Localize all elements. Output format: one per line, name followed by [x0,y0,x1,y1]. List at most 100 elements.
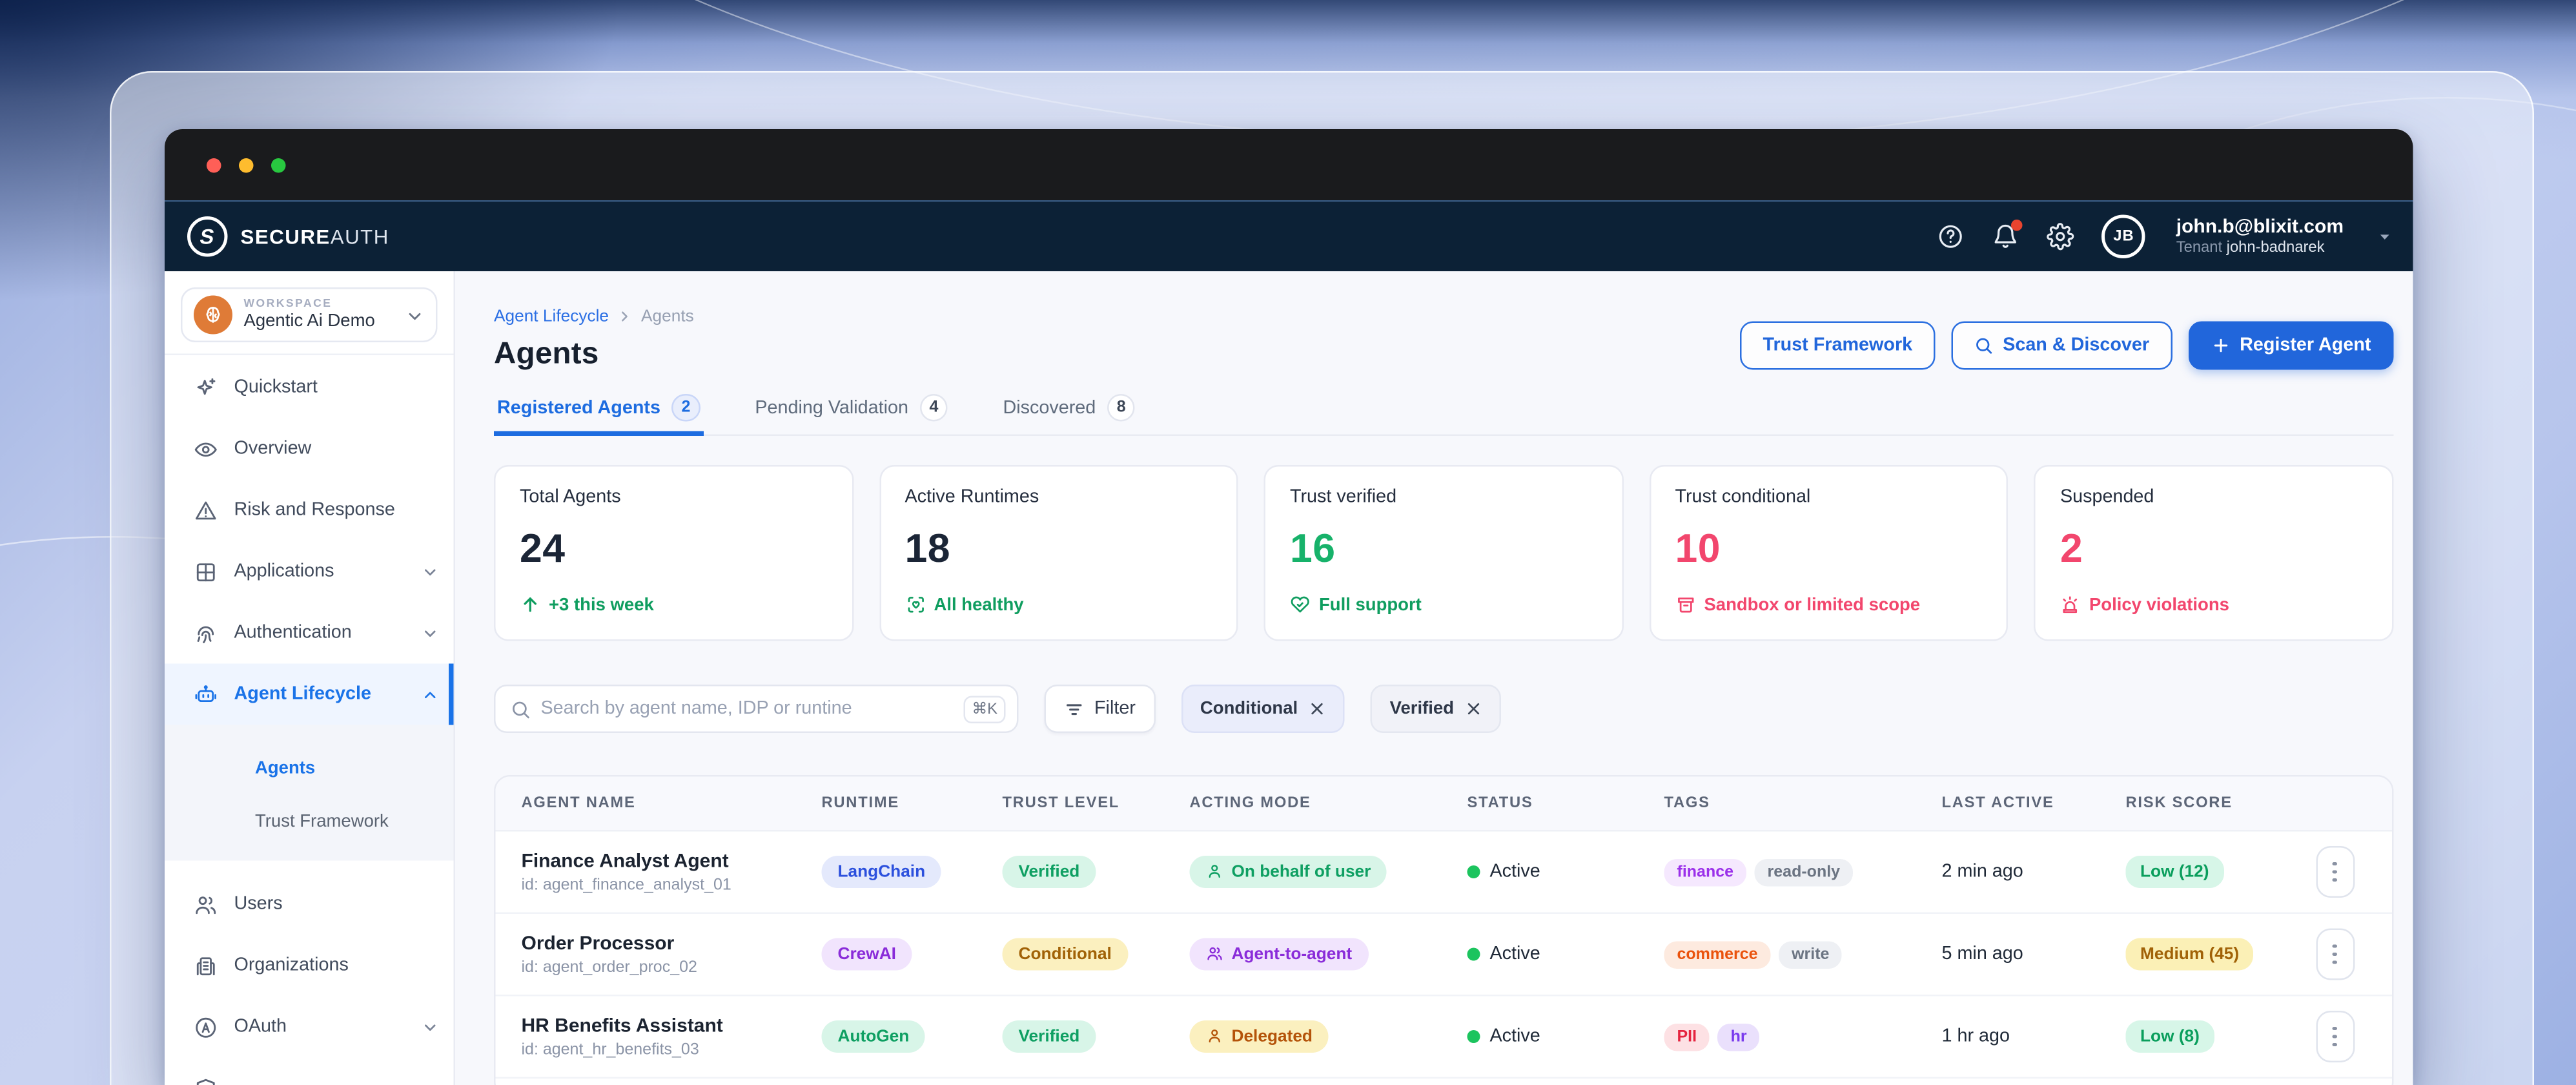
users-icon [1206,945,1224,963]
sidebar-item-quickstart[interactable]: Quickstart [165,357,454,418]
tag-badge: hr [1718,1023,1760,1051]
sidebar-subitem-trust-framework[interactable]: Trust Framework [165,794,454,848]
app-header: S SECUREAUTH JB john.b@blixit.com [165,200,2413,271]
tag-badge: PII [1664,1023,1710,1051]
sidebar-subitem-agents[interactable]: Agents [165,741,454,795]
runtime-badge: AutoGen [822,1020,926,1053]
sidebar-item-organizations[interactable]: Organizations [165,935,454,997]
breadcrumb-agent-lifecycle[interactable]: Agent Lifecycle [494,307,609,326]
agent-name: Finance Analyst Agent [522,849,822,872]
user-menu[interactable]: john.b@blixit.com Tenant john-badnarek [2176,215,2344,258]
filter-lines-icon [1064,698,1085,719]
tab-count-badge: 4 [920,394,948,422]
shield-icon [194,1076,218,1085]
workspace-eyebrow: WORKSPACE [244,298,394,311]
tab-pending-validation[interactable]: Pending Validation4 [751,394,951,436]
sidebar-item-oauth[interactable]: OAuth [165,997,454,1058]
status-dot [1467,948,1480,961]
trust-level-badge: Conditional [1003,938,1128,971]
sidebar-item-applications[interactable]: Applications [165,541,454,603]
table-header-row: AGENT NAME RUNTIME TRUST LEVEL ACTING MO… [496,777,2393,832]
stat-card-total-agents: Total Agents 24 +3 this week [494,465,853,641]
last-active: 5 min ago [1942,945,2126,964]
stat-value: 24 [520,526,827,574]
trust-level-badge: Verified [1003,856,1096,888]
chevron-down-icon [422,1018,440,1036]
table-row[interactable]: Order Processor id: agent_order_proc_02 … [496,914,2393,997]
sidebar-item-authentication[interactable]: Authentication [165,603,454,664]
fingerprint-icon [194,621,218,645]
filter-chip-conditional[interactable]: Conditional [1181,685,1345,733]
status-cell: Active [1467,1027,1664,1046]
chevron-down-icon [405,305,425,325]
search-input[interactable] [541,699,954,719]
trust-level-badge: Verified [1003,1020,1096,1053]
row-actions-kebab-button[interactable] [2315,846,2354,898]
filter-chip-verified[interactable]: Verified [1371,685,1501,733]
risk-score-badge: Low (12) [2126,856,2223,888]
window-zoom-button[interactable] [271,158,286,172]
window-minimize-button[interactable] [239,158,254,172]
desktop-background: S SECUREAUTH JB john.b@blixit.com [0,0,2576,1085]
row-actions-kebab-button[interactable] [2315,929,2354,980]
workspace-selector[interactable]: WORKSPACE Agentic Ai Demo [181,287,438,342]
chevron-down-icon [422,624,440,642]
sidebar-item-agent-lifecycle[interactable]: Agent Lifecycle [165,664,454,725]
help-icon[interactable] [1937,223,1965,251]
tag-badge: finance [1664,858,1747,886]
user-menu-caret-icon[interactable] [2376,228,2394,246]
settings-gear-icon[interactable] [2047,223,2075,251]
sidebar-item-overview[interactable]: Overview [165,418,454,480]
table-row[interactable]: HR Benefits Assistant id: agent_hr_benef… [496,997,2393,1079]
window-close-button[interactable] [207,158,221,172]
close-icon[interactable] [1466,701,1482,717]
heart-scan-icon [905,594,926,615]
notification-badge [2012,220,2023,231]
last-active: 1 hr ago [1942,1027,2126,1046]
sidebar-subgroup-agent-lifecycle: Agents Trust Framework [165,725,454,861]
tags-cell: commerce write [1664,940,1942,968]
chevron-up-icon [422,685,440,703]
tab-count-badge: 8 [1107,394,1136,422]
heart-check-icon [1290,594,1311,615]
table-row[interactable]: Finance Analyst Agent id: agent_finance_… [496,832,2393,914]
acting-mode-badge: On behalf of user [1190,855,1387,887]
notifications-bell-icon[interactable] [1992,223,2020,251]
tab-bar: Registered Agents2 Pending Validation4 D… [494,394,2394,436]
sidebar-item-users[interactable]: Users [165,874,454,935]
keyboard-shortcut-badge: ⌘K [964,695,1006,723]
building-icon [194,953,218,978]
grid-icon [194,559,218,584]
status-dot [1467,865,1480,878]
page-title: Agents [494,338,694,373]
runtime-badge: LangChain [822,856,942,888]
row-actions-kebab-button[interactable] [2315,1011,2354,1062]
register-agent-button[interactable]: Register Agent [2188,322,2393,370]
user-avatar[interactable]: JB [2102,215,2146,259]
agent-id: id: agent_order_proc_02 [522,959,822,977]
sidebar-divider [165,354,454,356]
window-titlebar [165,129,2413,200]
sidebar-item-partial[interactable] [165,1058,454,1085]
tag-badge: read-only [1755,858,1854,886]
stat-card-active-runtimes: Active Runtimes 18 All healthy [879,465,1238,641]
stat-value: 16 [1290,526,1597,574]
sidebar: WORKSPACE Agentic Ai Demo Quickstart Ove… [165,271,455,1085]
acting-mode-badge: Agent-to-agent [1190,938,1369,970]
filter-button[interactable]: Filter [1045,685,1155,733]
chevron-down-icon [422,563,440,581]
workspace-brain-icon [194,296,232,335]
close-icon[interactable] [1309,701,1325,717]
search-icon [510,698,531,719]
sandbox-box-icon [1675,594,1696,615]
agent-name: Order Processor [522,932,822,955]
tag-badge: commerce [1664,940,1771,968]
search-box[interactable]: ⌘K [494,685,1019,733]
sidebar-item-risk-and-response[interactable]: Risk and Response [165,480,454,541]
scan-discover-button[interactable]: Scan & Discover [1951,322,2172,370]
trust-framework-button[interactable]: Trust Framework [1740,322,1935,370]
tab-registered-agents[interactable]: Registered Agents2 [494,394,703,436]
breadcrumb: Agent Lifecycle Agents [494,307,694,326]
tab-discovered[interactable]: Discovered8 [999,394,1138,436]
agent-name: HR Benefits Assistant [522,1014,822,1037]
